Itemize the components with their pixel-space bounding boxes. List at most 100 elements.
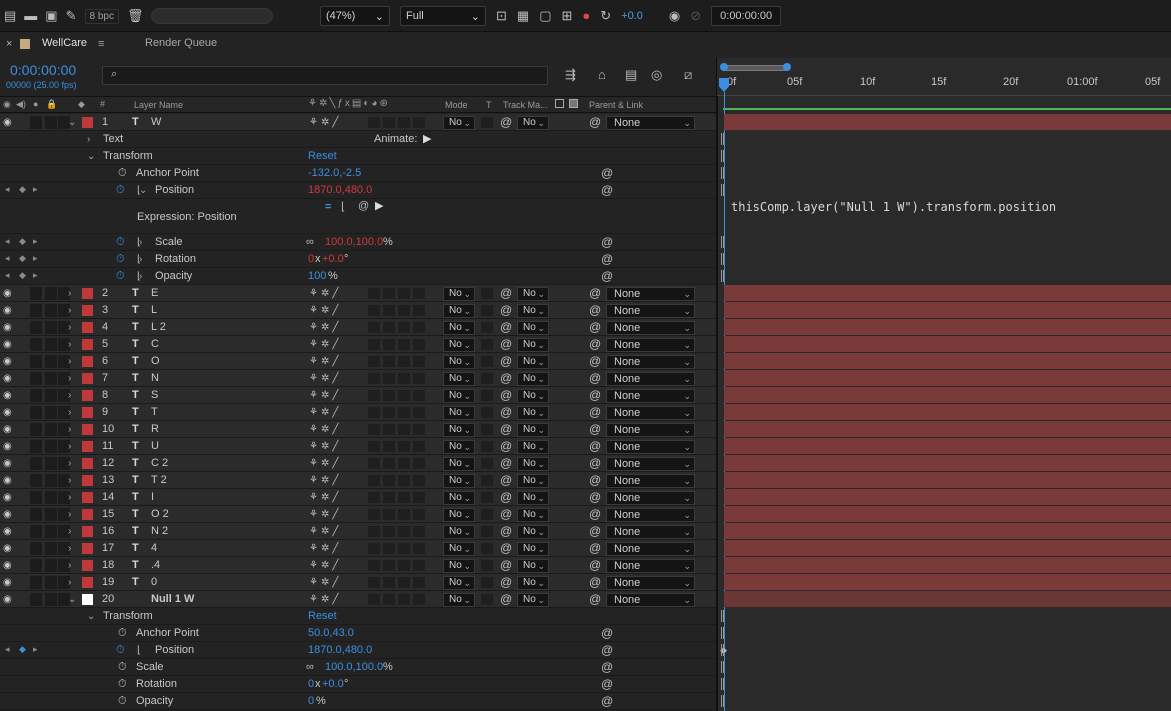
region-of-interest-icon[interactable]: ⊡ bbox=[496, 9, 507, 23]
switch-box[interactable] bbox=[45, 116, 57, 129]
eye-icon[interactable]: ◉ bbox=[3, 321, 12, 334]
chevron-right-icon[interactable]: › bbox=[68, 406, 71, 419]
switch-box[interactable] bbox=[45, 474, 57, 487]
switch-box[interactable] bbox=[45, 423, 57, 436]
layer-row[interactable]: ◉ › 2 T E ⚘✲╱ No ⌄ @ No ⌄ @ None ⌄ bbox=[0, 285, 716, 302]
preserve-transparency-box[interactable] bbox=[481, 424, 493, 435]
folder-icon[interactable]: ▬ bbox=[24, 9, 37, 23]
blend-mode-dropdown[interactable]: No ⌄ bbox=[443, 559, 475, 573]
track-matte-dropdown[interactable]: No ⌄ bbox=[517, 508, 549, 522]
eye-icon[interactable]: ◉ bbox=[3, 542, 12, 555]
label-color-swatch[interactable] bbox=[82, 441, 93, 452]
switch-box[interactable] bbox=[413, 543, 425, 554]
layer-row[interactable]: ◉ › 8 T S ⚘✲╱ No ⌄ @ No ⌄ @ None ⌄ bbox=[0, 387, 716, 404]
property-row[interactable]: ⏱ Anchor Point -132.0,-2.5 @ bbox=[0, 165, 716, 182]
property-value[interactable]: 1870.0,480.0 bbox=[308, 184, 372, 197]
prev-keyframe-icon[interactable]: ◂ bbox=[5, 236, 10, 247]
film-icon[interactable]: ▣ bbox=[45, 9, 57, 23]
layer-name[interactable]: C 2 bbox=[151, 457, 168, 470]
switch-box[interactable] bbox=[383, 441, 395, 452]
parent-dropdown[interactable]: None ⌄ bbox=[606, 525, 695, 539]
track-matte-dropdown[interactable]: No ⌄ bbox=[517, 457, 549, 471]
stopwatch-icon[interactable]: ⏱ bbox=[118, 167, 127, 180]
layer-duration-bar[interactable] bbox=[724, 557, 1171, 573]
switch-box[interactable] bbox=[398, 390, 410, 401]
chevron-down-icon[interactable]: ⌄ bbox=[68, 593, 76, 606]
switch-box[interactable] bbox=[383, 305, 395, 316]
property-pickwhip-icon[interactable]: @ bbox=[601, 677, 613, 691]
zoom-dropdown[interactable]: (47%) ⌄ bbox=[320, 6, 390, 26]
graph-icon[interactable]: ⌊ bbox=[137, 236, 141, 249]
hash-icon[interactable]: # bbox=[100, 99, 105, 109]
switch-box[interactable] bbox=[30, 116, 42, 129]
switch-box[interactable] bbox=[383, 577, 395, 588]
label-color-swatch[interactable] bbox=[82, 322, 93, 333]
switch-box[interactable] bbox=[368, 441, 380, 452]
show-snapshot-icon[interactable]: ⊘ bbox=[690, 9, 701, 23]
eye-icon[interactable]: ◉ bbox=[3, 508, 12, 521]
pickwhip-icon[interactable]: @ bbox=[500, 354, 512, 368]
parent-dropdown[interactable]: None ⌄ bbox=[606, 559, 695, 573]
switches-header-icons[interactable]: ⚘✲╲ƒx▤◐◕⊛ bbox=[308, 98, 390, 109]
layer-name[interactable]: T 2 bbox=[151, 474, 167, 487]
layer-switches-icons[interactable]: ⚘✲╱ bbox=[309, 423, 341, 436]
layer-name[interactable]: R bbox=[151, 423, 159, 436]
eye-icon[interactable]: ◉ bbox=[3, 491, 12, 504]
blend-mode-dropdown[interactable]: No ⌄ bbox=[443, 474, 475, 488]
comp-flowchart-icon[interactable]: ⇶ bbox=[565, 68, 576, 82]
color-channels-icon[interactable]: ● bbox=[582, 9, 590, 23]
preserve-transparency-box[interactable] bbox=[481, 288, 493, 299]
parent-pickwhip-icon[interactable]: @ bbox=[589, 524, 601, 538]
mode-header[interactable]: Mode bbox=[445, 100, 468, 110]
stopwatch-icon[interactable]: ⏱ bbox=[116, 184, 125, 197]
switch-box[interactable] bbox=[368, 509, 380, 520]
next-keyframe-icon[interactable]: ▸ bbox=[33, 253, 38, 264]
layer-switches-icons[interactable]: ⚘✲╱ bbox=[309, 406, 341, 419]
pickwhip-icon[interactable]: @ bbox=[500, 320, 512, 334]
switch-box[interactable] bbox=[30, 321, 42, 334]
switch-box[interactable] bbox=[398, 577, 410, 588]
layer-duration-bar[interactable] bbox=[724, 574, 1171, 590]
blend-mode-dropdown[interactable]: No ⌄ bbox=[443, 389, 475, 403]
parent-dropdown[interactable]: None ⌄ bbox=[606, 474, 695, 488]
switch-box[interactable] bbox=[413, 441, 425, 452]
layer-name[interactable]: Null 1 W bbox=[151, 593, 194, 606]
layer-name[interactable]: O bbox=[151, 355, 160, 368]
switch-box[interactable] bbox=[368, 288, 380, 299]
property-row[interactable]: ◂ ◆ ▸ › ⏱ ⌊ Rotation 0 x +0.0 ° @ bbox=[0, 251, 716, 268]
pickwhip-icon[interactable]: @ bbox=[500, 507, 512, 521]
camera-icon[interactable]: ◉ bbox=[669, 9, 680, 23]
current-time-display[interactable]: 0:00:00:00 bbox=[10, 62, 76, 78]
label-color-swatch[interactable] bbox=[82, 577, 93, 588]
rotation-degrees[interactable]: +0.0 bbox=[322, 678, 344, 691]
switch-box[interactable] bbox=[30, 287, 42, 300]
prev-keyframe-icon[interactable]: ◂ bbox=[5, 644, 10, 655]
preserve-transparency-box[interactable] bbox=[481, 339, 493, 350]
parent-dropdown[interactable]: None ⌄ bbox=[606, 304, 695, 318]
switch-box[interactable] bbox=[30, 423, 42, 436]
property-row[interactable]: ⏱ Rotation 0 x +0.0 ° @ bbox=[0, 676, 716, 693]
parent-dropdown[interactable]: None ⌄ bbox=[606, 406, 695, 420]
stopwatch-icon[interactable]: ⏱ bbox=[118, 678, 127, 691]
switch-box[interactable] bbox=[30, 406, 42, 419]
layer-row[interactable]: ◉ › 9 T T ⚘✲╱ No ⌄ @ No ⌄ @ None ⌄ bbox=[0, 404, 716, 421]
panel-divider[interactable] bbox=[716, 96, 718, 711]
property-value[interactable]: 50.0,43.0 bbox=[308, 627, 354, 640]
keyframe-diamond-icon[interactable]: ◆ bbox=[19, 253, 26, 264]
expression-enable-icon[interactable]: = bbox=[325, 201, 331, 214]
switch-box[interactable] bbox=[413, 594, 425, 605]
pickwhip-icon[interactable]: @ bbox=[500, 388, 512, 402]
parent-pickwhip-icon[interactable]: @ bbox=[589, 456, 601, 470]
prev-keyframe-icon[interactable]: ◂ bbox=[5, 253, 10, 264]
layer-switches-icons[interactable]: ⚘✲╱ bbox=[309, 338, 341, 351]
eye-icon[interactable]: ◉ bbox=[3, 287, 12, 300]
parent-dropdown[interactable]: None ⌄ bbox=[606, 576, 695, 590]
track-matte-dropdown[interactable]: No ⌄ bbox=[517, 474, 549, 488]
layer-duration-bar[interactable] bbox=[724, 336, 1171, 352]
switch-box[interactable] bbox=[413, 339, 425, 350]
layer-switches-icons[interactable]: ⚘✲╱ bbox=[309, 355, 341, 368]
chevron-right-icon[interactable]: › bbox=[68, 576, 71, 589]
layer-duration-bar[interactable] bbox=[724, 302, 1171, 318]
chevron-right-icon[interactable]: › bbox=[68, 542, 71, 555]
layer-name[interactable]: W bbox=[151, 116, 161, 129]
